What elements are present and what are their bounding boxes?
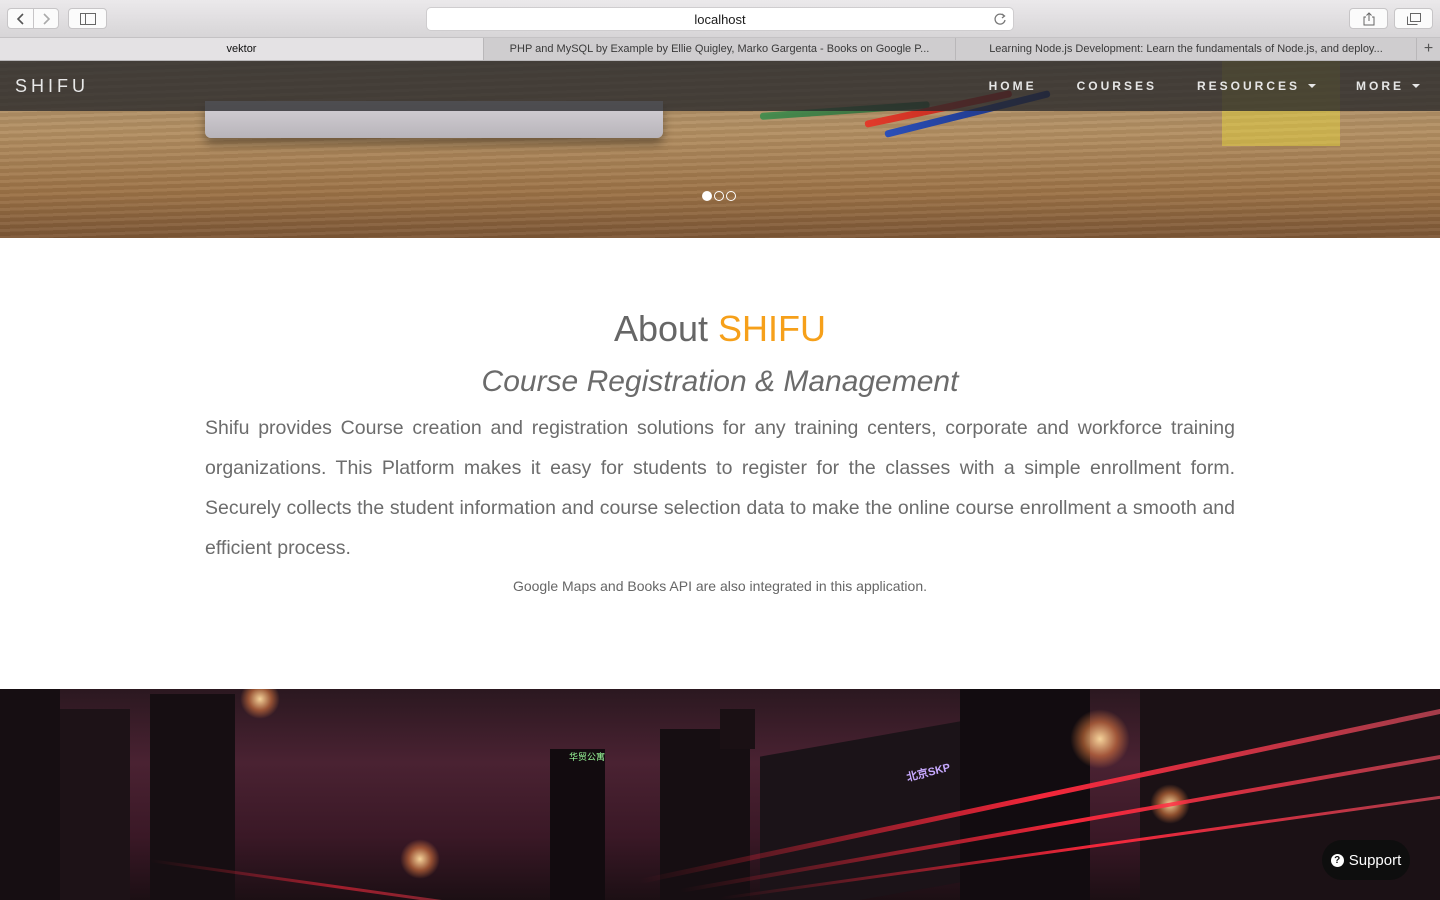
site-navbar: SHIFU HOME COURSES RESOURCES MORE (0, 61, 1440, 111)
nav-item-resources[interactable]: RESOURCES (1177, 61, 1336, 111)
building (0, 689, 60, 900)
support-label: Support (1348, 851, 1402, 869)
caret-down-icon (1412, 84, 1420, 88)
sidebar-toggle-button[interactable] (68, 8, 107, 29)
carousel-dot[interactable] (726, 191, 736, 201)
nav-item-more[interactable]: MORE (1336, 61, 1440, 111)
nav-item-label: HOME (988, 79, 1037, 93)
question-circle-icon: ? (1330, 853, 1344, 867)
carousel-dot[interactable] (702, 191, 712, 201)
chevron-left-icon (16, 12, 24, 25)
nav-item-label: RESOURCES (1196, 79, 1300, 93)
building (550, 749, 605, 900)
tabs-overview-icon (1406, 12, 1421, 25)
tab-label: Learning Node.js Development: Learn the … (989, 43, 1383, 55)
browser-toolbar: localhost (0, 0, 1440, 38)
carousel-indicators (702, 191, 736, 201)
url-text: localhost (694, 11, 746, 27)
nav-item-home[interactable]: HOME (969, 61, 1057, 111)
apartment-sign: 华贸公寓 (569, 752, 606, 762)
back-button[interactable] (7, 8, 33, 29)
share-button[interactable] (1349, 8, 1388, 29)
sidebar-icon (79, 12, 96, 25)
chevron-right-icon (43, 12, 51, 25)
brand-logo[interactable]: SHIFU (15, 76, 89, 97)
about-description: Shifu provides Course creation and regis… (205, 417, 1235, 559)
reload-icon[interactable] (993, 12, 1007, 26)
about-title-accent: SHIFU (718, 308, 827, 349)
nav-item-label: COURSES (1076, 79, 1157, 93)
building (960, 689, 1090, 900)
building (60, 709, 130, 900)
address-bar[interactable]: localhost (426, 7, 1014, 31)
browser-tab[interactable]: vektor (0, 38, 484, 60)
support-button[interactable]: ? Support (1322, 840, 1410, 880)
about-note: Google Maps and Books API are also integ… (512, 578, 928, 594)
history-buttons (7, 8, 59, 29)
share-icon (1363, 11, 1374, 25)
about-title: About SHIFU (0, 308, 1440, 350)
nav-item-label: MORE (1356, 79, 1404, 93)
nav-item-courses[interactable]: COURSES (1057, 61, 1177, 111)
show-tabs-button[interactable] (1394, 8, 1433, 29)
city-banner-image: 北京SKP 华贸公寓 (0, 689, 1440, 900)
tab-label: PHP and MySQL by Example by Ellie Quigle… (509, 43, 930, 55)
browser-tab[interactable]: PHP and MySQL by Example by Ellie Quigle… (484, 38, 956, 60)
browser-tab-bar: vektor PHP and MySQL by Example by Ellie… (0, 38, 1440, 61)
tab-label: vektor (226, 43, 257, 55)
caret-down-icon (1308, 84, 1316, 88)
forward-button[interactable] (33, 8, 59, 29)
streetlamp (400, 839, 440, 879)
streetlamp (240, 689, 280, 719)
nav-menu: HOME COURSES RESOURCES MORE (969, 61, 1440, 111)
about-subtitle: Course Registration & Management (481, 365, 959, 398)
about-section: About SHIFU Course Registration & Manage… (0, 238, 1440, 689)
building (720, 709, 755, 749)
new-tab-button[interactable]: + (1417, 38, 1440, 60)
carousel-dot[interactable] (714, 191, 724, 201)
browser-tab[interactable]: Learning Node.js Development: Learn the … (956, 38, 1417, 60)
streetlamp (1070, 709, 1130, 769)
about-title-prefix: About (613, 308, 709, 349)
